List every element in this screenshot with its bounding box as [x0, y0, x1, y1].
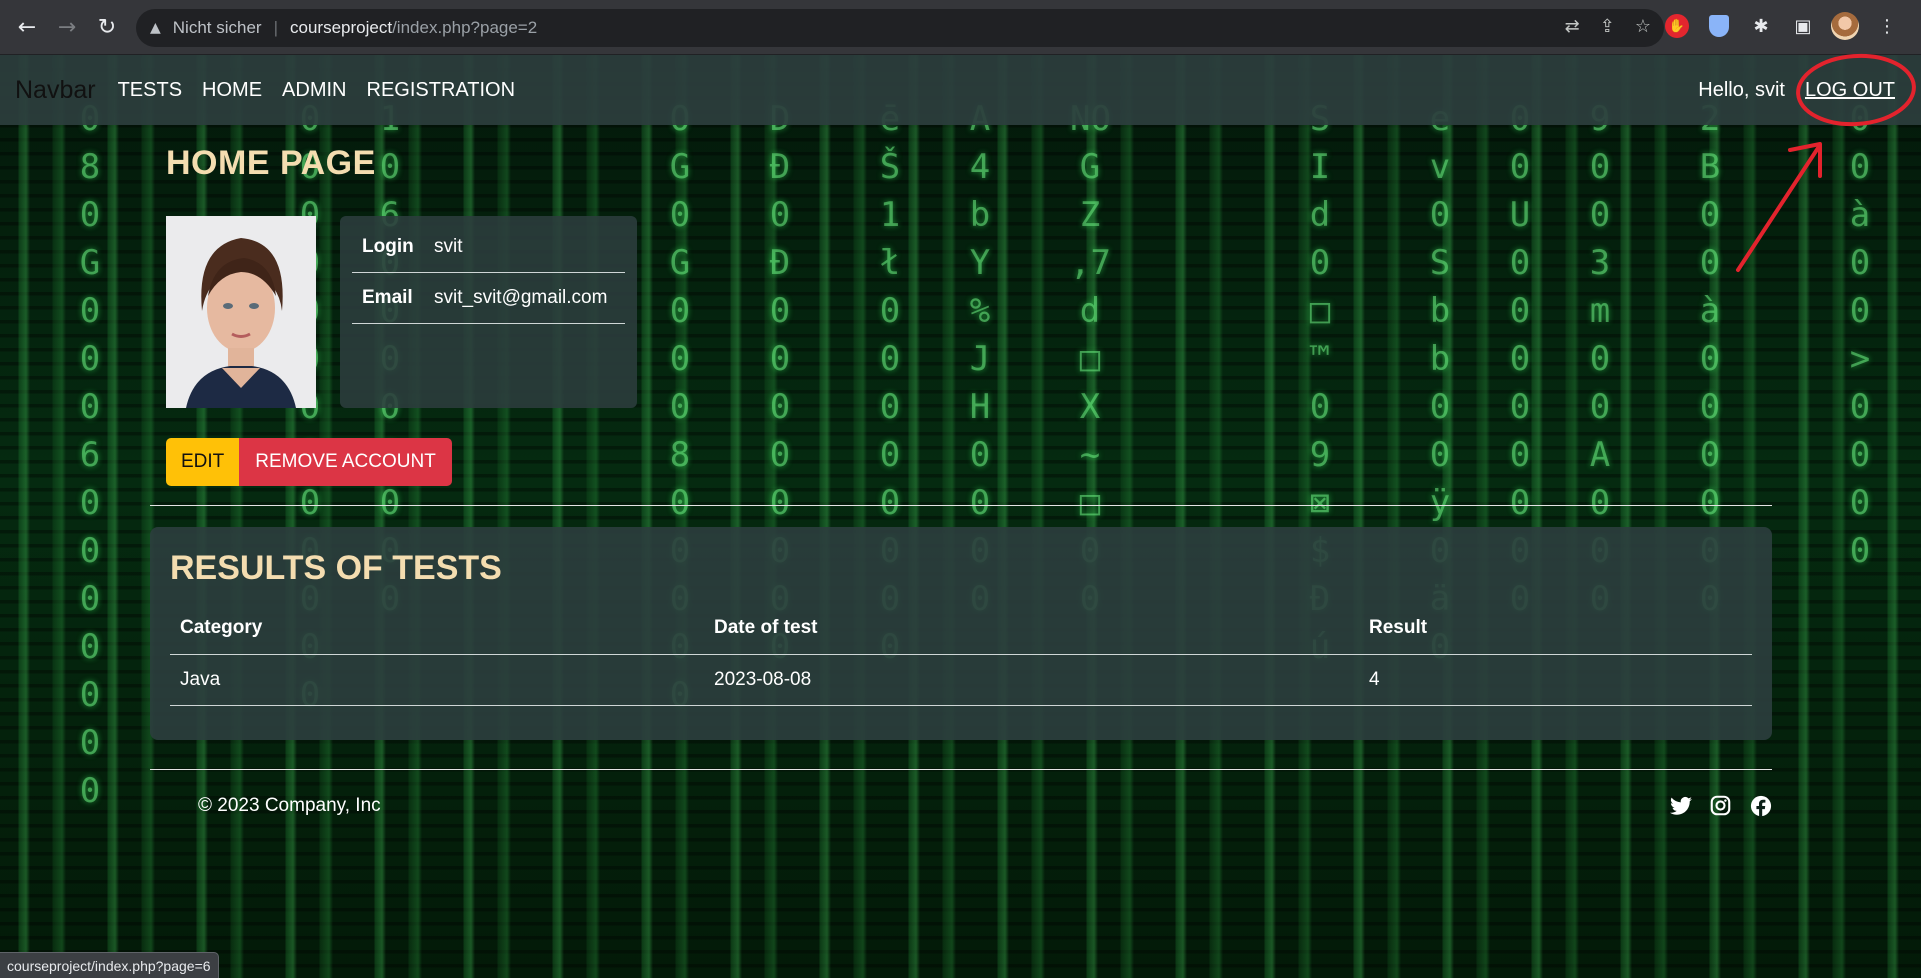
bookmark-star-icon[interactable]: ☆: [1635, 16, 1651, 37]
matrix-background: 080G00060000000 0000000000000 1060000000…: [0, 55, 1921, 978]
table-header-row: Category Date of test Result: [170, 603, 1752, 655]
facebook-icon[interactable]: [1749, 794, 1772, 817]
email-label: Email: [362, 287, 413, 308]
cell-category: Java: [170, 654, 704, 706]
divider: [150, 505, 1772, 506]
account-actions: EDIT REMOVE ACCOUNT: [166, 438, 452, 486]
navbar-brand[interactable]: Navbar: [15, 76, 96, 105]
profile-avatar[interactable]: [1831, 12, 1859, 40]
header-category: Category: [170, 603, 704, 655]
nav-link-admin[interactable]: ADMIN: [282, 79, 346, 102]
translate-icon[interactable]: ⇄: [1565, 16, 1580, 37]
remove-account-button[interactable]: REMOVE ACCOUNT: [239, 438, 452, 486]
reload-icon[interactable]: ↻: [92, 12, 122, 42]
header-date: Date of test: [704, 603, 1359, 655]
cell-date: 2023-08-08: [704, 654, 1359, 706]
nav-links: TESTS HOME ADMIN REGISTRATION: [118, 79, 515, 102]
warning-icon: ▲: [150, 20, 161, 36]
back-icon[interactable]: ←: [12, 12, 42, 42]
nav-link-tests[interactable]: TESTS: [118, 79, 182, 102]
twitter-icon[interactable]: [1669, 794, 1692, 817]
adblock-extension-icon[interactable]: ✋: [1663, 12, 1691, 40]
forward-icon[interactable]: →: [52, 12, 82, 42]
url-path: /index.php?page=2: [392, 18, 538, 37]
address-bar[interactable]: ▲ Nicht sicher | courseproject/index.php…: [136, 9, 1664, 47]
results-table: Category Date of test Result Java 2023-0…: [170, 603, 1752, 706]
social-links: [1669, 794, 1772, 817]
email-row: Email svit_svit@gmail.com: [352, 273, 625, 324]
login-value: svit: [434, 236, 463, 257]
user-greeting: Hello, svit: [1698, 78, 1785, 101]
page-title: HOME PAGE: [166, 144, 376, 182]
table-row: Java 2023-08-08 4: [170, 654, 1752, 706]
login-label: Login: [362, 236, 414, 257]
email-value: svit_svit@gmail.com: [434, 287, 608, 308]
profile-photo: [166, 216, 316, 408]
results-card: RESULTS OF TESTS Category Date of test R…: [150, 527, 1772, 740]
edit-button[interactable]: EDIT: [166, 438, 240, 486]
footer-divider: [150, 769, 1772, 770]
shield-extension-icon[interactable]: [1705, 12, 1733, 40]
nav-link-home[interactable]: HOME: [202, 79, 262, 102]
login-row: Login svit: [352, 222, 625, 273]
instagram-icon[interactable]: [1709, 794, 1732, 817]
site-navbar: Navbar TESTS HOME ADMIN REGISTRATION Hel…: [0, 55, 1921, 125]
url-host: courseproject: [290, 18, 393, 37]
profile-photo-image: [166, 216, 316, 408]
extensions-puzzle-icon[interactable]: ✱: [1747, 12, 1775, 40]
browser-toolbar: ← → ↻ ▲ Nicht sicher | courseproject/ind…: [0, 0, 1921, 55]
cell-result: 4: [1359, 654, 1752, 706]
side-panel-icon[interactable]: ▣: [1789, 12, 1817, 40]
profile-card: Login svit Email svit_svit@gmail.com: [340, 216, 637, 408]
header-result: Result: [1359, 603, 1752, 655]
security-label: Nicht sicher: [172, 18, 262, 37]
logout-link[interactable]: LOG OUT: [1805, 79, 1895, 102]
footer-copyright: © 2023 Company, Inc: [198, 795, 381, 816]
share-icon[interactable]: ⇪: [1600, 16, 1615, 37]
results-title: RESULTS OF TESTS: [170, 549, 502, 587]
status-bar-url: courseproject/index.php?page=6: [0, 952, 219, 978]
menu-kebab-icon[interactable]: ⋮: [1873, 12, 1901, 40]
nav-link-registration[interactable]: REGISTRATION: [367, 79, 516, 102]
